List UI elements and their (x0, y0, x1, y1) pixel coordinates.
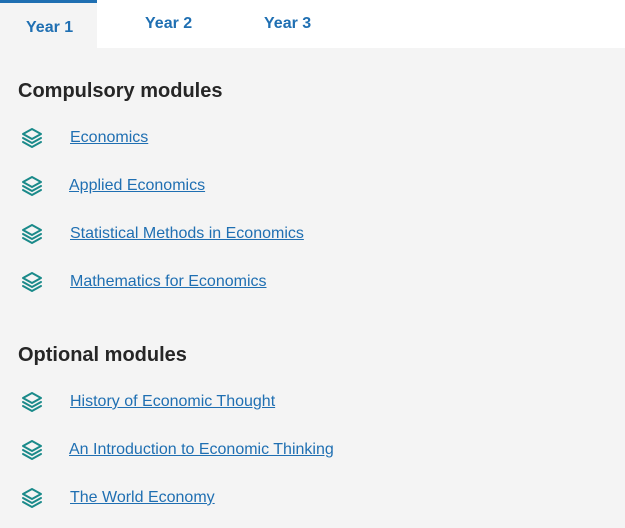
compulsory-modules-heading: Compulsory modules (18, 80, 223, 102)
module-item: The World Economy (0, 483, 400, 513)
tab-year-1-label: Year 1 (26, 19, 74, 36)
module-link-history-of-economic-thought[interactable]: History of Economic Thought (70, 393, 275, 411)
module-link-intro-economic-thinking[interactable]: An Introduction to Economic Thinking (69, 441, 334, 459)
layers-icon (22, 392, 42, 412)
layers-icon (22, 272, 42, 292)
module-link-applied-economics[interactable]: Applied Economics (69, 177, 205, 195)
module-item: Statistical Methods in Economics (0, 219, 400, 249)
module-link-economics[interactable]: Economics (70, 129, 148, 147)
module-item: An Introduction to Economic Thinking (0, 435, 400, 465)
module-link-mathematics[interactable]: Mathematics for Economics (70, 273, 267, 291)
tab-year-3[interactable]: Year 3 (215, 0, 335, 48)
layers-icon (22, 488, 42, 508)
module-item: History of Economic Thought (0, 387, 400, 417)
module-link-statistical-methods[interactable]: Statistical Methods in Economics (70, 225, 304, 243)
tab-year-1[interactable]: Year 1 (0, 0, 97, 48)
tab-panel-year-1: Compulsory modules Economics Applied Eco… (0, 48, 625, 528)
tab-year-2-label: Year 2 (145, 15, 193, 32)
module-item: Applied Economics (0, 171, 400, 201)
layers-icon (22, 176, 42, 196)
tab-year-3-label: Year 3 (264, 15, 312, 32)
layers-icon (22, 440, 42, 460)
module-item: Economics (0, 123, 400, 153)
module-link-world-economy[interactable]: The World Economy (70, 489, 215, 507)
tab-year-2[interactable]: Year 2 (97, 0, 215, 48)
module-item: Mathematics for Economics (0, 267, 400, 297)
optional-modules-heading: Optional modules (18, 344, 187, 366)
year-tabs: Year 1 Year 2 Year 3 (0, 0, 625, 48)
layers-icon (22, 224, 42, 244)
layers-icon (22, 128, 42, 148)
